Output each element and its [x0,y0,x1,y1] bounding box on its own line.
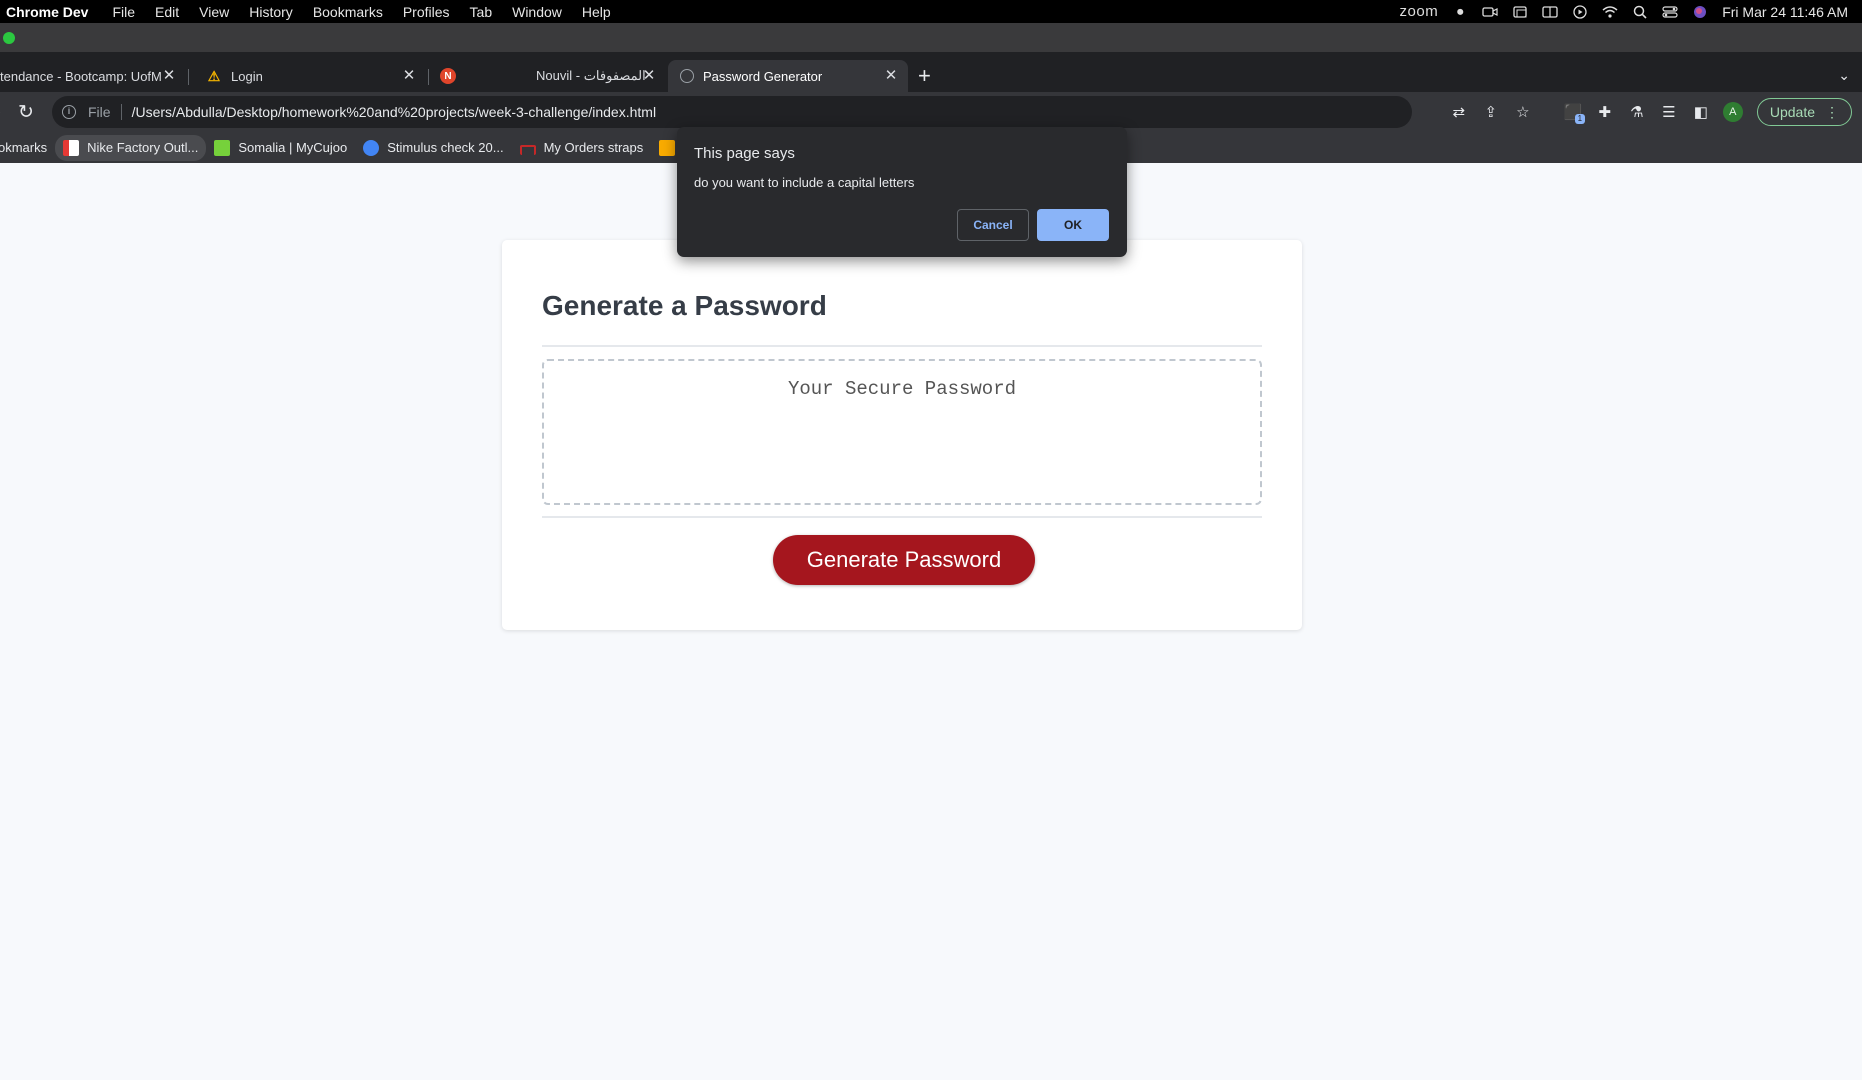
update-label: Update [1769,104,1815,120]
back-arrow-icon[interactable]: › [0,103,1,119]
tab-login[interactable]: ⚠ Login ✕ [196,60,426,92]
generate-password-button[interactable]: Generate Password [773,535,1035,585]
close-icon[interactable]: ✕ [400,67,418,85]
bookmark-label: Nike Factory Outl... [87,140,199,155]
tab-separator [428,69,429,85]
reading-list-icon[interactable]: ☰ [1653,98,1685,126]
more-vert-icon[interactable]: ⋮ [1825,104,1839,121]
stimulus-icon [363,139,380,156]
login-favicon-icon: ⚠ [207,67,221,84]
menu-edit[interactable]: Edit [145,4,189,20]
url-divider [120,104,122,120]
zoom-status-item[interactable]: zoom [1400,3,1439,20]
menu-clock[interactable]: Fri Mar 24 11:46 AM [1722,4,1848,20]
toolbar-actions: ⇄ ⇪ ☆ ⬛ 1 ✚ ⚗ ☰ ◧ A Update ⋮ [1443,92,1862,132]
menu-history[interactable]: History [239,4,303,20]
mycujoo-icon [214,139,231,156]
bookmark-nike[interactable]: Nike Factory Outl... [55,134,207,161]
cancel-button[interactable]: Cancel [957,209,1029,241]
menu-app-name[interactable]: Chrome Dev [0,4,102,20]
control-center-icon[interactable] [1662,5,1678,19]
bookmark-label: Stimulus check 20... [387,140,504,155]
close-icon[interactable]: ✕ [882,67,900,85]
spotlight-search-icon[interactable] [1632,5,1648,19]
bookmark-my-orders[interactable]: My Orders straps [512,135,652,161]
dialog-message: do you want to include a capital letters [694,175,915,190]
ok-button[interactable]: OK [1037,209,1109,241]
translate-icon[interactable]: ⇄ [1443,98,1475,126]
reload-icon[interactable]: ↻ [18,101,34,124]
n-red-icon: N [440,68,456,84]
bookmark-star-icon[interactable]: ☆ [1507,98,1539,126]
menu-profiles[interactable]: Profiles [393,4,460,20]
close-icon[interactable]: ✕ [160,67,178,85]
bookmark-all-bookmarks[interactable]: okmarks [0,135,55,161]
update-button[interactable]: Update ⋮ [1756,98,1852,126]
bo-icon [659,139,676,156]
menu-window[interactable]: Window [502,4,572,20]
confirm-dialog: This page says do you want to include a … [677,127,1127,257]
menu-file[interactable]: File [102,4,145,20]
password-output[interactable] [544,361,1260,503]
tab-title: Password Generator [703,68,823,84]
card-header-divider [542,345,1262,347]
generator-card: Generate a Password Generate Password [502,240,1302,630]
window-icon[interactable] [1512,5,1528,19]
browser-toolbar: › ↻ i File /Users/Abdulla/Desktop/homewo… [0,92,1862,132]
password-box [542,359,1262,505]
extension-badge: 1 [1574,114,1585,124]
site-info-icon[interactable]: i [62,105,76,119]
menu-view[interactable]: View [189,4,239,20]
nike-icon [63,139,80,156]
tab-n-app[interactable]: N [436,60,476,92]
bookmark-label: My Orders straps [543,140,644,155]
tab-nouvil[interactable]: Nouvil - المصفوفات ✕ [476,60,666,92]
tab-title: tendance - Bootcamp: UofM [0,68,162,84]
wifi-icon[interactable] [1602,5,1618,19]
bookmark-label: Somalia | MyCujoo [238,140,348,155]
card-footer-divider [542,516,1262,518]
menu-help[interactable]: Help [572,4,621,20]
extensions-puzzle-icon[interactable]: ✚ [1589,98,1621,126]
toolbar-spacer [1539,98,1557,126]
macos-menu-bar: Chrome Dev File Edit View History Bookma… [0,0,1862,23]
side-panel-icon[interactable]: ◧ [1685,98,1717,126]
tab-bootcamp[interactable]: tendance - Bootcamp: UofM ✕ [0,60,186,92]
tab-separator [188,69,189,85]
tab-strip: tendance - Bootcamp: UofM ✕ ⚠ Login ✕ N … [0,52,1862,92]
tab-password-generator[interactable]: Password Generator ✕ [668,60,908,92]
window-zoom-button[interactable] [3,32,15,44]
labs-flask-icon[interactable]: ⚗ [1621,98,1653,126]
new-tab-plus-icon[interactable]: + [918,65,931,87]
bookmark-mycujoo[interactable]: Somalia | MyCujoo [206,135,355,161]
menu-bookmarks[interactable]: Bookmarks [303,4,393,20]
share-icon[interactable]: ⇪ [1475,98,1507,126]
globe-icon [680,69,694,83]
bookmark-label: okmarks [0,140,48,155]
split-view-icon[interactable] [1542,5,1558,19]
address-bar[interactable]: i File /Users/Abdulla/Desktop/homework%2… [52,96,1412,128]
siri-icon[interactable] [1692,5,1708,19]
record-icon[interactable]: ⏺ [1452,4,1468,19]
page-title: Generate a Password [542,290,827,321]
camera-icon[interactable] [1482,5,1498,19]
extension-badge-icon[interactable]: ⬛ 1 [1557,98,1589,126]
window-title-strip [0,23,1862,52]
tab-title: Nouvil - المصفوفات [536,68,646,83]
avatar-letter: A [1722,102,1743,122]
close-icon[interactable]: ✕ [640,67,658,85]
tab-title: Login [231,68,263,84]
tab-search-chevron-down-icon[interactable]: ⌄ [1838,67,1850,84]
page-viewport: Generate a Password Generate Password [0,163,1862,1080]
menu-tab[interactable]: Tab [460,4,503,20]
url-scheme-label: File [88,104,111,120]
play-icon[interactable] [1572,4,1588,19]
orders-icon [519,144,536,155]
url-text[interactable]: /Users/Abdulla/Desktop/homework%20and%20… [132,104,657,120]
bookmark-stimulus[interactable]: Stimulus check 20... [355,135,511,161]
dialog-title: This page says [694,145,795,162]
profile-avatar[interactable]: A [1717,98,1749,126]
